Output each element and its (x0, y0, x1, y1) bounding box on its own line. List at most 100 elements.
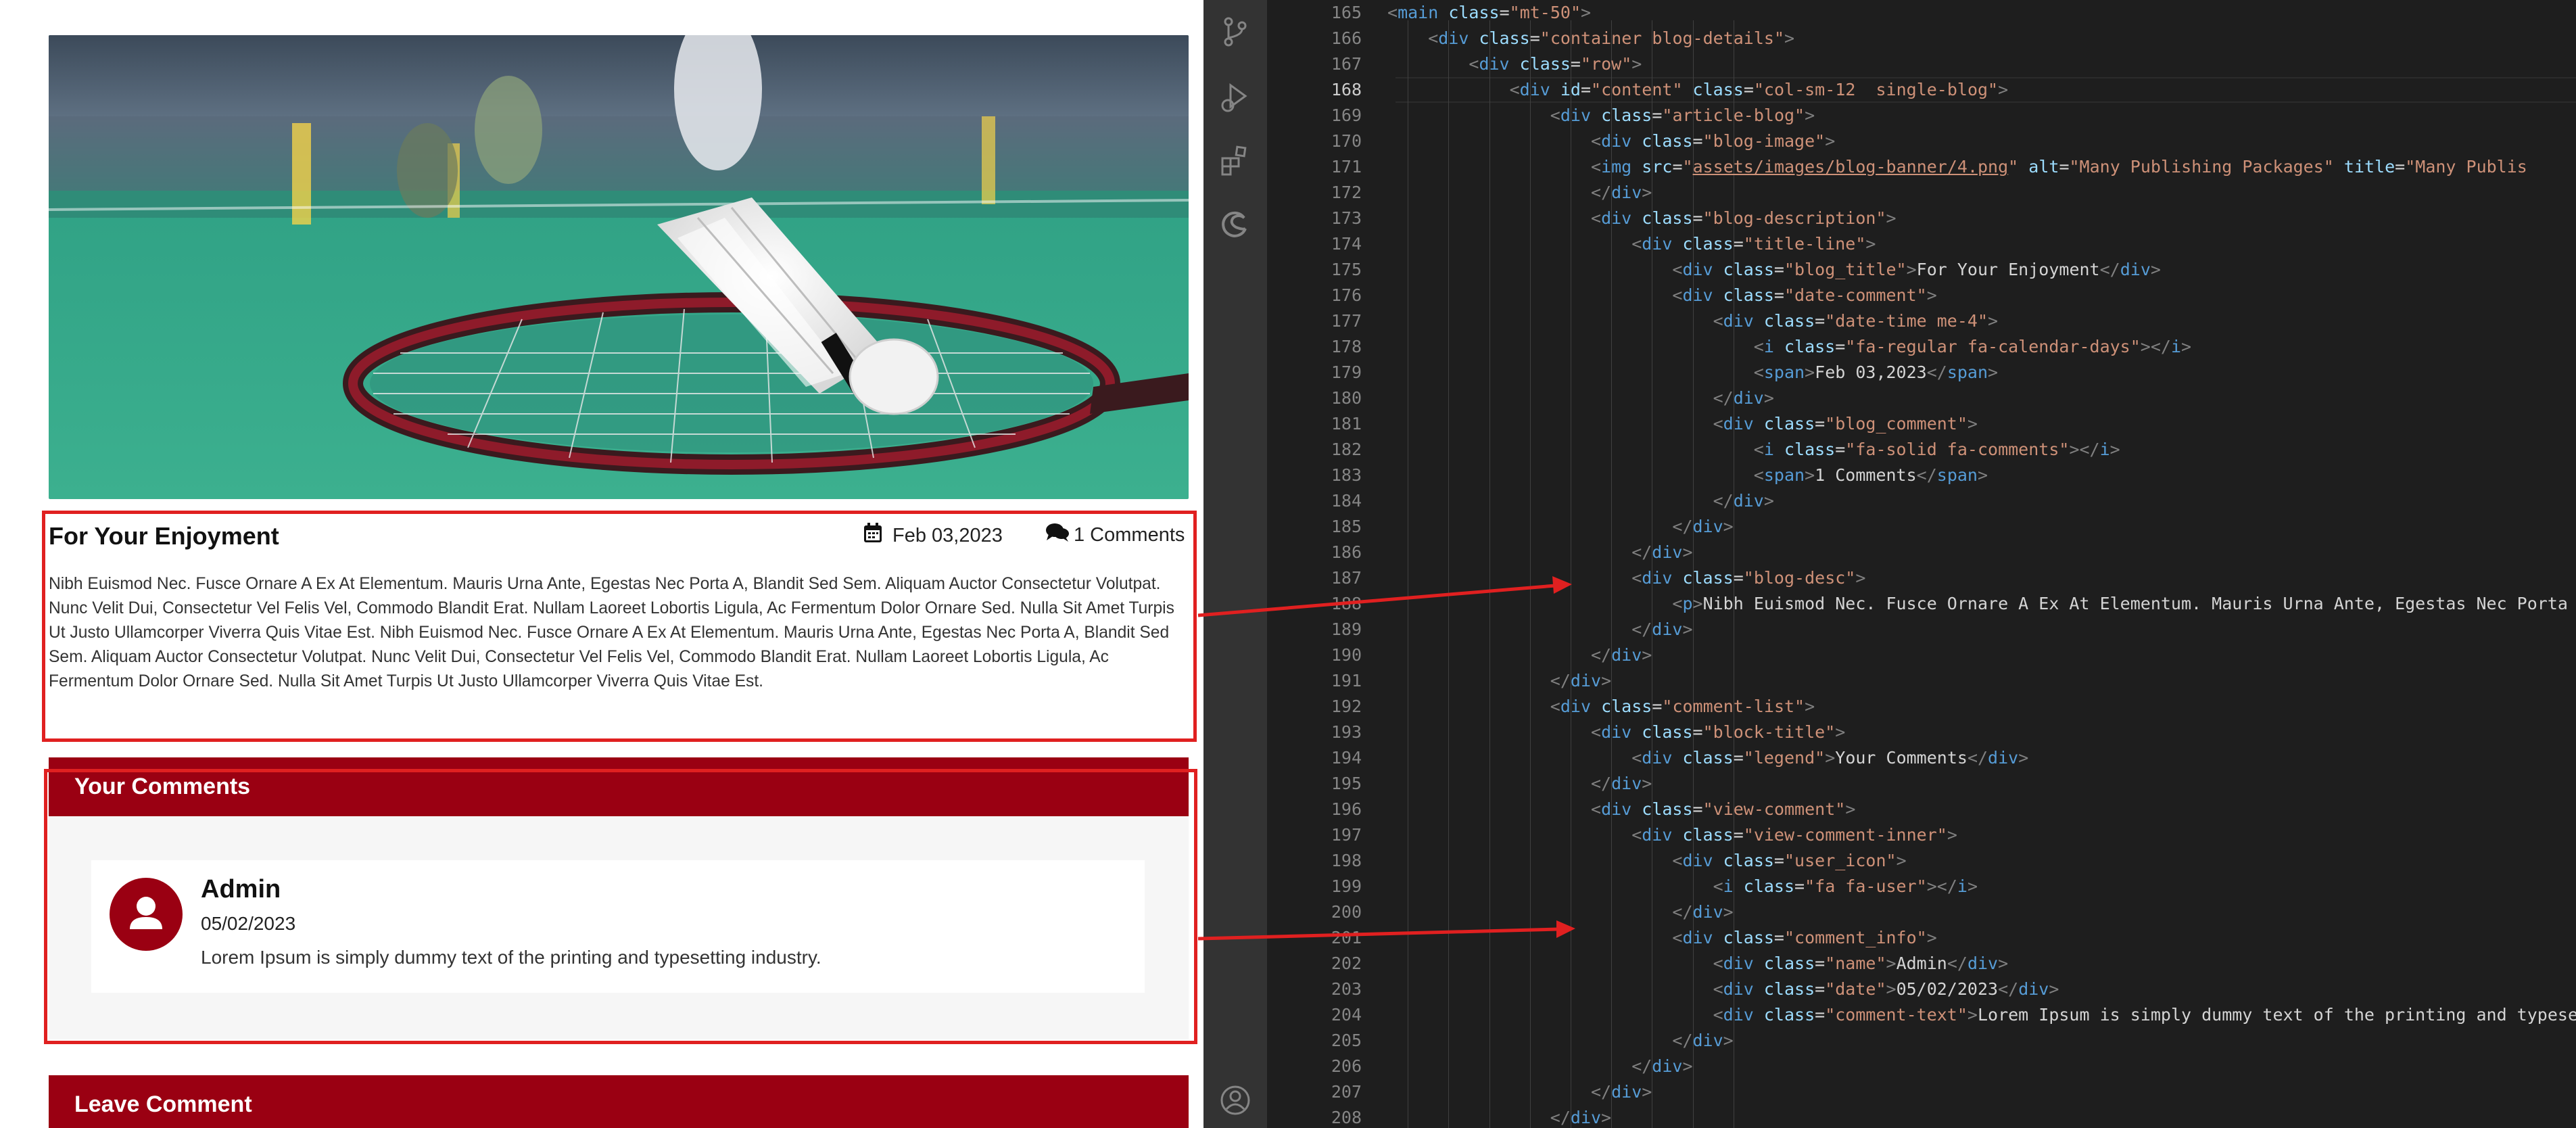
code-line[interactable]: <div class="row"> (1469, 51, 1642, 77)
code-line[interactable]: <div class="comment-text">Lorem Ipsum is… (1713, 1002, 2576, 1028)
code-line[interactable]: <div class="name">Admin</div> (1713, 951, 2009, 977)
code-line[interactable]: <div class="view-comment"> (1591, 797, 1855, 822)
code-line[interactable]: </div> (1550, 668, 1611, 694)
code-token: </ (1591, 183, 1612, 202)
code-line[interactable]: </div> (1713, 385, 1774, 411)
code-token: "article-blog" (1662, 105, 1805, 125)
code-line[interactable]: <div class="blog-image"> (1591, 128, 1835, 154)
code-line[interactable]: <div class="blog-desc"> (1631, 565, 1865, 591)
code-line[interactable]: <div class="comment_info"> (1672, 925, 1936, 951)
code-line[interactable]: <div id="content" class="col-sm-12 singl… (1510, 77, 2009, 103)
code-line[interactable]: <div class="article-blog"> (1550, 103, 1815, 128)
web-page-preview: For Your Enjoyment Feb 03,2023 1 Comment… (0, 0, 1203, 1128)
code-token: class (1753, 311, 1815, 331)
code-line[interactable]: <div class="date">05/02/2023</div> (1713, 977, 2059, 1002)
code-token: "container blog-details" (1540, 28, 1785, 48)
code-line[interactable]: <div class="view-comment-inner"> (1631, 822, 1957, 848)
code-line[interactable]: <p>Nibh Euismod Nec. Fusce Ornare A Ex A… (1672, 591, 2568, 617)
code-token: div (1570, 671, 1602, 690)
code-token: class (1631, 131, 1693, 151)
code-line[interactable]: </div> (1550, 1105, 1611, 1128)
code-token: "mt-50" (1509, 3, 1581, 22)
code-token: Nibh Euismod Nec. Fusce Ornare A Ex At E… (1702, 594, 2568, 613)
code-line[interactable]: <div class="date-time me-4"> (1713, 308, 1998, 334)
code-line[interactable]: </div> (1713, 488, 1774, 514)
code-line[interactable]: <div class="block-title"> (1591, 720, 1845, 745)
code-token: div (1723, 979, 1754, 999)
code-token: 05/02/2023 (1896, 979, 1999, 999)
code-line[interactable]: </div> (1591, 642, 1652, 668)
code-token: "fa fa-user" (1805, 876, 1927, 896)
code-line[interactable]: <div class="blog_comment"> (1713, 411, 1978, 437)
code-line[interactable]: <span>1 Comments</span> (1754, 463, 1988, 488)
code-token: = (1835, 337, 1846, 356)
code-line[interactable]: <i class="fa fa-user"></i> (1713, 874, 1978, 899)
code-token: > (1845, 799, 1856, 819)
code-token: = (1743, 80, 1754, 99)
code-line[interactable]: </div> (1591, 180, 1652, 206)
code-line[interactable]: <div class="user_icon"> (1672, 848, 1906, 874)
code-area[interactable]: <main class="mt-50"> <div class="containe… (1203, 0, 2576, 1128)
code-token: div (1560, 697, 1592, 716)
code-token: > (1998, 80, 2009, 99)
code-token: = (1672, 157, 1683, 177)
code-token: > (1805, 465, 1815, 485)
code-token: "comment-list" (1662, 697, 1805, 716)
code-line[interactable]: <div class="blog_title">For Your Enjoyme… (1672, 257, 2161, 283)
code-line[interactable]: <div class="title-line"> (1631, 231, 1876, 257)
code-token: < (1713, 954, 1723, 973)
code-line[interactable]: <main class="mt-50"> (1387, 0, 1591, 26)
code-line[interactable]: </div> (1631, 1054, 1692, 1079)
code-token: span (1763, 362, 1805, 382)
code-token: class (1713, 285, 1774, 305)
code-line[interactable]: </div> (1591, 771, 1652, 797)
code-token: class (1753, 954, 1815, 973)
code-token: < (1753, 440, 1764, 459)
code-token: </ (1672, 1031, 1693, 1050)
code-token: div (1601, 208, 1632, 228)
code-token: > (1642, 774, 1652, 793)
code-token: class (1713, 260, 1774, 279)
code-token: > (1642, 645, 1652, 665)
code-token: div (1692, 517, 1723, 536)
code-token: > (1805, 105, 1815, 125)
code-token: < (1672, 851, 1683, 870)
code-line[interactable]: <div class="comment-list"> (1550, 694, 1815, 720)
code-line[interactable]: <span>Feb 03,2023</span> (1754, 360, 1998, 385)
code-token: class (1509, 54, 1571, 74)
code-token: class (1438, 3, 1500, 22)
code-line[interactable]: </div> (1672, 899, 1733, 925)
code-token: class (1672, 825, 1734, 845)
code-line[interactable]: <div class="legend">Your Comments</div> (1631, 745, 2028, 771)
code-token: < (1672, 928, 1683, 947)
code-token: class (1753, 979, 1815, 999)
code-line[interactable]: </div> (1672, 514, 1733, 540)
code-token: > (1947, 825, 1957, 845)
code-line[interactable]: <i class="fa-solid fa-comments"></i> (1754, 437, 2120, 463)
code-token: > (1998, 954, 2009, 973)
code-line[interactable]: </div> (1631, 540, 1692, 565)
blog-banner-image (49, 35, 1189, 499)
code-line[interactable]: <i class="fa-regular fa-calendar-days"><… (1754, 334, 2191, 360)
code-line[interactable]: <div class="blog-description"> (1591, 206, 1897, 231)
code-token: " (1682, 157, 1693, 177)
code-line[interactable]: <div class="date-comment"> (1672, 283, 1936, 308)
code-token: > (1601, 1108, 1612, 1127)
code-token: > (1581, 3, 1592, 22)
code-token: div (1692, 1031, 1723, 1050)
code-line[interactable]: </div> (1631, 617, 1692, 642)
code-token: div (1682, 260, 1713, 279)
code-token: > (1682, 1056, 1693, 1076)
code-token: "name" (1825, 954, 1886, 973)
code-line[interactable]: <img src="assets/images/blog-banner/4.pn… (1591, 154, 2527, 180)
code-token: class (1753, 414, 1815, 433)
code-token: div (2120, 260, 2151, 279)
code-token: > (2150, 260, 2161, 279)
code-line[interactable]: <div class="container blog-details"> (1428, 26, 1794, 51)
code-line[interactable]: </div> (1672, 1028, 1733, 1054)
code-token: </ (1672, 902, 1693, 922)
code-token: = (1815, 954, 1826, 973)
code-token: = (1652, 105, 1663, 125)
code-line[interactable]: </div> (1591, 1079, 1652, 1105)
code-token: </ (1672, 517, 1693, 536)
